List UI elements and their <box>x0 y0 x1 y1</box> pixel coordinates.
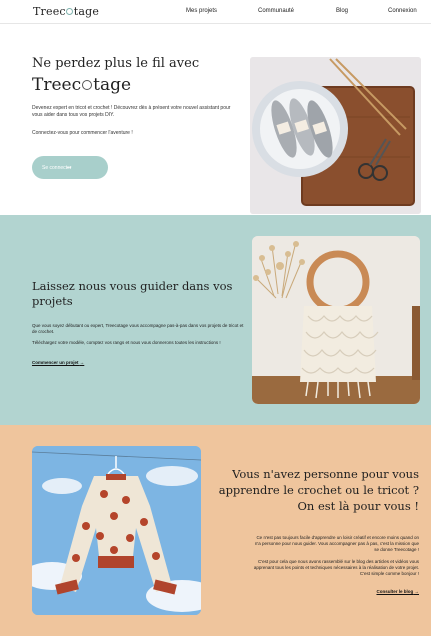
arrow-right-icon: → <box>79 360 85 365</box>
logo-text-end: tage <box>73 5 100 18</box>
blog-paragraph-2: C'est pour cela que nous avons rassemblé… <box>253 559 419 576</box>
blog-section: Vous n'avez personne pour vous apprendre… <box>0 425 431 636</box>
logo[interactable]: Treec tage <box>33 5 99 18</box>
hero-brand: Treec tage <box>32 75 131 95</box>
nav-link-login[interactable]: Connexion <box>388 8 417 14</box>
guide-title: Laissez nous vous guider dans vos projet… <box>32 279 233 308</box>
logo-text-start: Treec <box>33 5 66 18</box>
macrame-bag-photo <box>252 236 420 404</box>
guide-section: Laissez nous vous guider dans vos projet… <box>0 215 431 425</box>
read-blog-link[interactable]: Consulter le blog → <box>376 589 419 594</box>
nav-link-projects[interactable]: Mes projets <box>186 8 217 14</box>
blog-paragraph-1: Ce n'est pas toujours facile d'apprendre… <box>254 535 419 552</box>
top-navbar: Treec tage Mes projets Communauté Blog Co… <box>0 0 431 24</box>
hero-section: Ne perdez plus le fil avec Treec tage Dev… <box>0 25 431 215</box>
login-button[interactable]: Se connecter → <box>32 156 108 179</box>
yarn-spool-icon <box>82 80 93 90</box>
start-project-label: Commencer un projet <box>32 360 79 365</box>
hero-title: Ne perdez plus le fil avec <box>32 56 200 71</box>
hero-paragraph-2: Connectez-vous pour commencer l'aventure… <box>32 130 133 136</box>
pompom-sweater-photo <box>32 446 201 615</box>
blog-title: Vous n'avez personne pour vous apprendre… <box>218 467 419 513</box>
guide-paragraph-2: Téléchargez votre modèle, comptez vos ra… <box>32 340 221 345</box>
nav-link-community[interactable]: Communauté <box>258 8 294 14</box>
yarn-skeins-photo <box>250 57 421 214</box>
hero-brand-end: tage <box>93 75 132 95</box>
yarn-spool-icon <box>66 8 74 15</box>
hero-brand-start: Treec <box>32 75 82 95</box>
guide-paragraph-1: Que vous soyez débutant ou expert, Treec… <box>32 323 244 334</box>
nav-link-blog[interactable]: Blog <box>336 8 348 14</box>
hero-paragraph-1: Devenez expert en tricot et crochet ! Dé… <box>32 105 231 118</box>
read-blog-label: Consulter le blog <box>376 589 414 594</box>
arrow-right-icon: → <box>414 589 420 594</box>
start-project-link[interactable]: Commencer un projet → <box>32 360 84 365</box>
arrow-right-icon: → <box>65 162 73 171</box>
